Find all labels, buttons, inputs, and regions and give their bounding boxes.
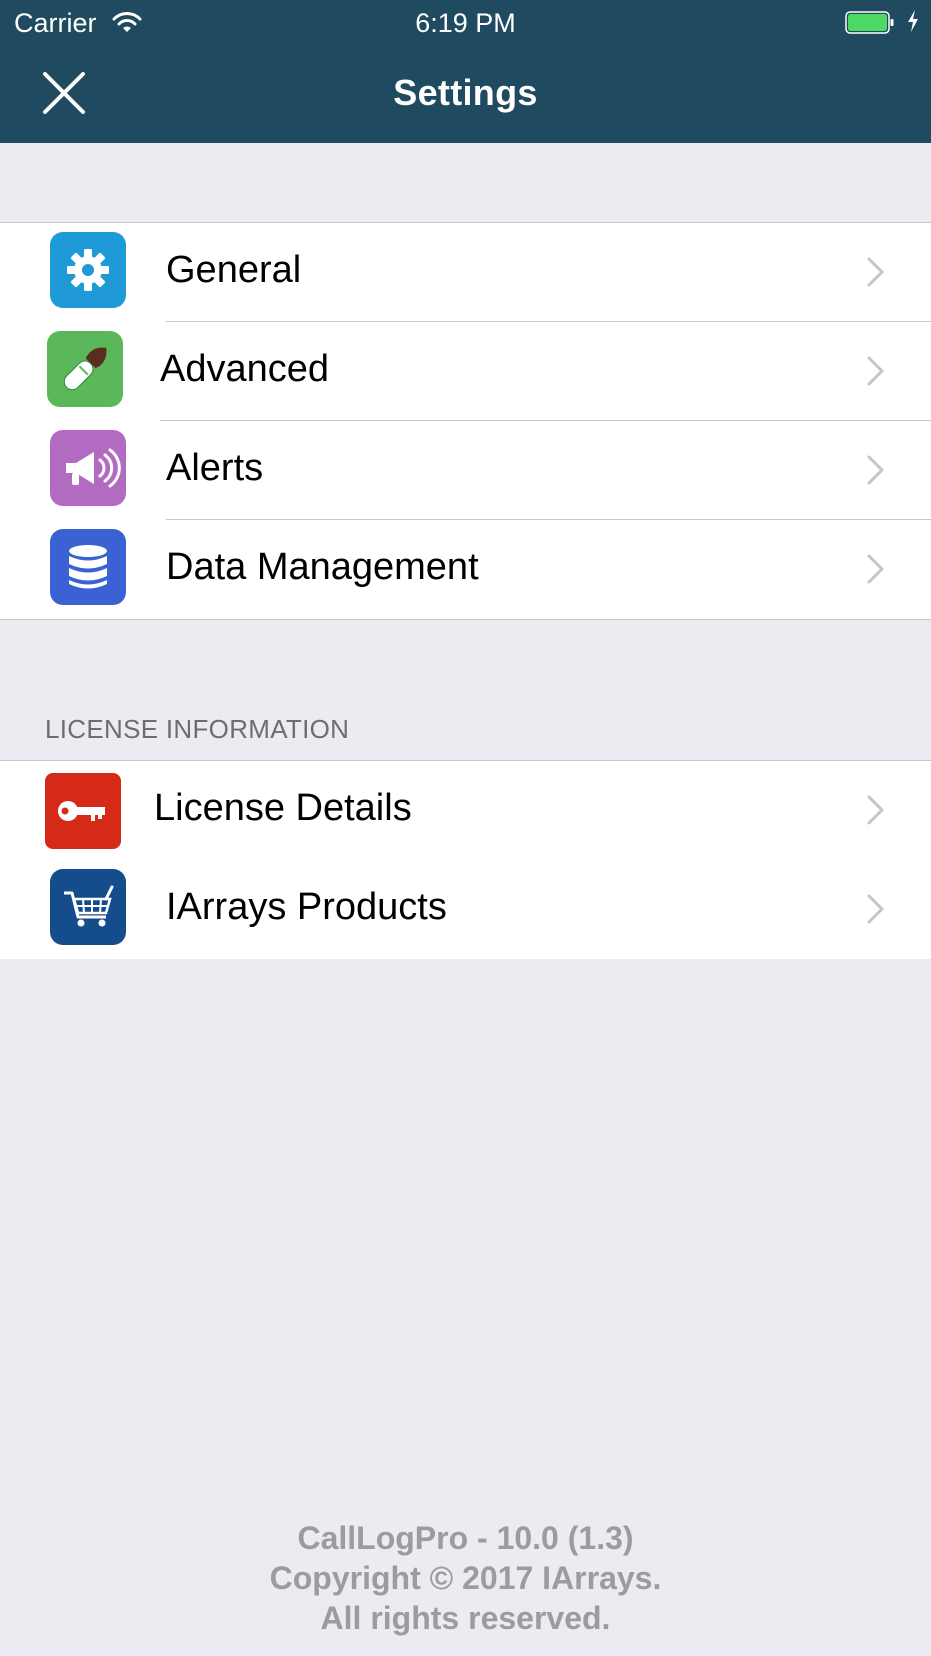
database-icon [50,529,126,605]
chevron-right-icon [866,553,886,590]
gear-icon [50,232,126,308]
rights-text: All rights reserved. [320,1600,611,1636]
settings-row-general[interactable]: General [0,223,931,322]
settings-row-license-details[interactable]: License Details [0,761,931,860]
section-header-license: LICENSE INFORMATION [45,714,350,744]
chevron-right-icon [866,355,886,392]
chevron-right-icon [866,794,886,831]
settings-row-label: Alerts [166,447,264,489]
key-icon [45,773,121,849]
settings-row-label: IArrays Products [166,886,447,928]
settings-list: General Advanced Alerts Data Management [0,222,931,620]
page-title: Settings [393,72,538,113]
settings-row-label: Data Management [166,546,479,588]
paintbrush-icon [47,331,123,407]
battery-icon [845,11,895,34]
settings-row-label: License Details [154,787,412,829]
chevron-right-icon [866,256,886,293]
settings-row-label: Advanced [160,348,330,390]
megaphone-icon [50,430,126,506]
navigation-bar: Carrier 6:19 PM Settings [0,0,931,143]
settings-row-alerts[interactable]: Alerts [0,421,931,520]
settings-row-label: General [166,249,302,291]
license-list: License Details IArrays Products [0,760,931,959]
version-text: CallLogPro - 10.0 (1.3) [297,1520,634,1556]
shopping-cart-icon [50,869,126,945]
settings-row-data-management[interactable]: Data Management [0,520,931,619]
status-bar: Carrier 6:19 PM [0,0,931,46]
chevron-right-icon [866,454,886,491]
version-footer: CallLogPro - 10.0 (1.3) Copyright © 2017… [0,1518,931,1638]
status-time: 6:19 PM [415,8,516,38]
chevron-right-icon [866,893,886,930]
settings-row-iarrays-products[interactable]: IArrays Products [0,860,931,959]
settings-row-advanced[interactable]: Advanced [0,322,931,421]
copyright-text: Copyright © 2017 IArrays. [269,1560,662,1596]
charging-icon [906,9,920,40]
